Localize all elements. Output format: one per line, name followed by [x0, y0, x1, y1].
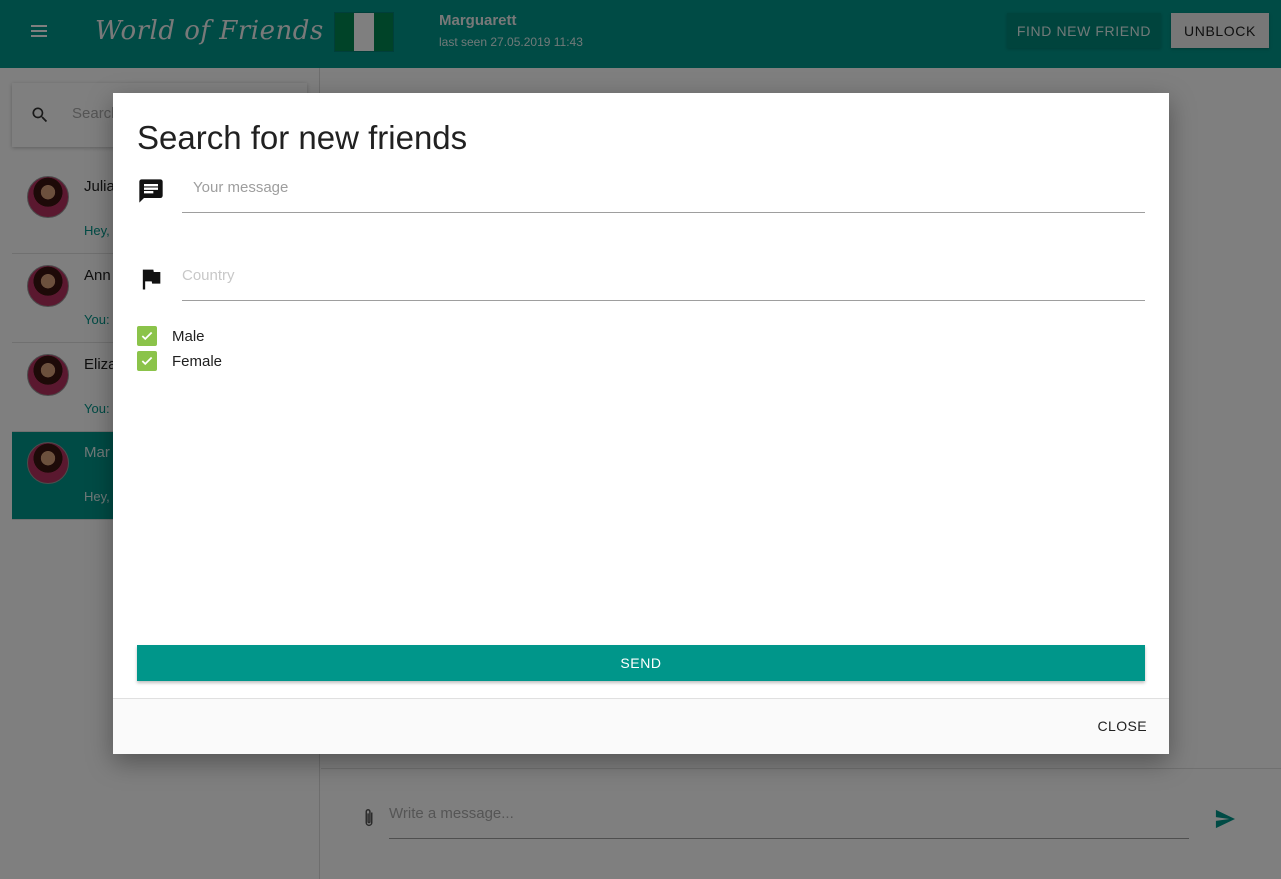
- dialog-footer: CLOSE: [113, 698, 1169, 754]
- message-placeholder: Your message: [193, 179, 289, 196]
- checkbox-checked-icon[interactable]: [137, 351, 157, 371]
- close-button[interactable]: CLOSE: [1098, 718, 1147, 734]
- checkbox-checked-icon[interactable]: [137, 326, 157, 346]
- country-field[interactable]: Country: [137, 261, 1145, 301]
- female-label: Female: [172, 352, 223, 370]
- male-label: Male: [172, 327, 205, 345]
- country-placeholder: Country: [182, 267, 235, 284]
- country-underline: [182, 300, 1145, 301]
- send-button[interactable]: SEND: [137, 645, 1145, 681]
- message-icon: [139, 179, 163, 203]
- dialog-title: Search for new friends: [137, 119, 468, 156]
- message-underline: [182, 212, 1145, 213]
- male-checkbox[interactable]: Male: [137, 326, 205, 346]
- search-friends-dialog: Search for new friends Your message Coun…: [113, 93, 1169, 754]
- flag-icon: [142, 269, 161, 290]
- message-field[interactable]: Your message: [137, 173, 1145, 213]
- female-checkbox[interactable]: Female: [137, 351, 222, 371]
